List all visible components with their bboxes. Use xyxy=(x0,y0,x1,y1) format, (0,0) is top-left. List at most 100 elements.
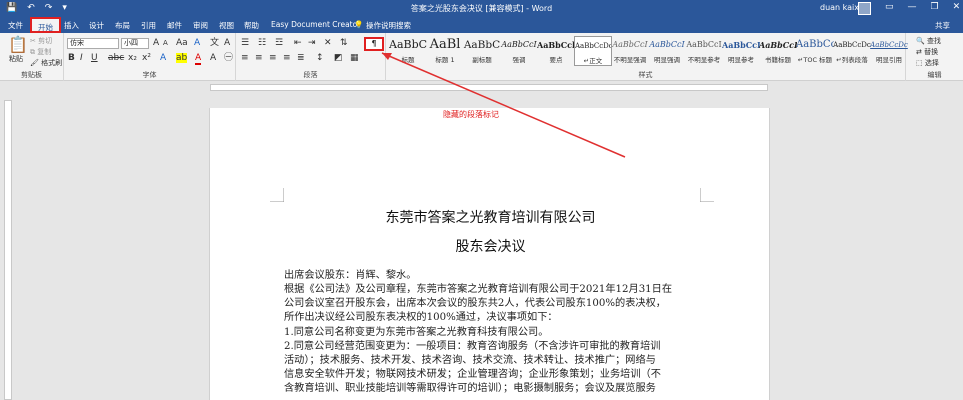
show-hide-marks-button[interactable]: ¶ xyxy=(364,37,384,51)
tab-mailings[interactable]: 邮件 xyxy=(167,20,182,31)
clipboard-group: 📋 粘贴 ✂ 剪切 ⧉ 复制 🖌 格式刷 剪贴板 xyxy=(0,33,64,81)
bullets-icon[interactable]: ☰ xyxy=(241,38,249,48)
style-subtitle[interactable]: AaBbC 副标题 xyxy=(463,36,501,66)
tab-easy-document-creator[interactable]: Easy Document Creator xyxy=(271,20,360,29)
style-normal[interactable]: AaBbCcDc ↵正文 xyxy=(574,36,612,66)
borders-icon[interactable]: ▦ xyxy=(350,53,359,63)
superscript-icon[interactable]: x² xyxy=(142,53,151,63)
multilevel-list-icon[interactable]: ☲ xyxy=(275,38,283,48)
style-list-paragraph[interactable]: AaBbCcDc ↵列表段落 xyxy=(833,36,871,66)
tab-review[interactable]: 审阅 xyxy=(193,20,208,31)
align-center-icon[interactable]: ≡ xyxy=(255,53,263,63)
horizontal-ruler[interactable] xyxy=(0,82,963,92)
decrease-indent-icon[interactable]: ⇤ xyxy=(294,38,302,48)
bold-icon[interactable]: B xyxy=(68,53,75,63)
ribbon: 📋 粘贴 ✂ 剪切 ⧉ 复制 🖌 格式刷 剪贴板 仿宋 小四 A A Aa A … xyxy=(0,33,963,81)
subscript-icon[interactable]: x₂ xyxy=(128,53,137,63)
document-line: 信息安全软件开发；物联网技术研发；企业管理咨询；企业形象策划；业务培训（不 xyxy=(284,369,661,380)
document-line: 出席会议股东：肖辉、黎水。 xyxy=(284,270,417,281)
chinese-layout-icon[interactable]: ✕ xyxy=(324,38,332,48)
document-page[interactable]: 东莞市答案之光教育培训有限公司 股东会决议 出席会议股东：肖辉、黎水。 根据《公… xyxy=(209,108,770,400)
replace-button[interactable]: ⇄ 替换 xyxy=(916,47,938,57)
font-label: 字体 xyxy=(142,71,157,79)
tab-layout[interactable]: 布局 xyxy=(115,20,130,31)
font-group: 仿宋 小四 A A Aa A 文 A B I U abc x₂ x² A ab … xyxy=(64,33,236,81)
styles-group: AaBbC 标题 AaBl 标题 1 AaBbC 副标题 AaBbCcI 强调 AaBb… xyxy=(386,33,908,81)
style-intense-emphasis[interactable]: AaBbCcI 明显强调 xyxy=(648,36,686,66)
grow-font-icon[interactable]: A xyxy=(153,38,159,48)
tab-help[interactable]: 帮助 xyxy=(244,20,259,31)
select-button[interactable]: ⬚ 选择 xyxy=(916,58,939,68)
char-shading-icon[interactable]: A xyxy=(210,53,216,63)
font-color-icon[interactable]: A xyxy=(195,53,202,65)
numbering-icon[interactable]: ☷ xyxy=(258,38,266,48)
tab-insert[interactable]: 插入 xyxy=(64,20,79,31)
line-spacing-icon[interactable]: ↕ xyxy=(316,53,324,63)
find-button[interactable]: 🔍 查找 xyxy=(916,36,941,46)
document-line: 1.同意公司名称变更为东莞市答案之光教育科技有限公司。 xyxy=(284,327,549,338)
font-size-combo[interactable]: 小四 xyxy=(121,38,149,49)
strikethrough-icon[interactable]: abc xyxy=(108,53,124,63)
shading-icon[interactable]: ◩ xyxy=(334,53,343,63)
tell-me-search[interactable]: 操作说明搜索 xyxy=(366,20,411,31)
align-left-icon[interactable]: ≡ xyxy=(241,53,249,63)
minimize-icon[interactable]: — xyxy=(908,2,917,12)
document-line: 含教育培训、职业技能培训等需取得许可的培训）；电影摄制服务；会议及展览服务 xyxy=(284,383,656,394)
style-subtle-reference[interactable]: AaBbCcI 不明显参考 xyxy=(685,36,723,66)
ribbon-display-icon[interactable]: ▭ xyxy=(885,2,894,12)
document-line: 根据《公司法》及公司章程，东莞市答案之光教育培训有限公司于2021年12月31日… xyxy=(284,284,673,295)
annotation-label: 隐藏的段落标记 xyxy=(443,110,499,119)
clear-format-icon[interactable]: A xyxy=(194,38,200,48)
document-title: 东莞市答案之光教育培训有限公司 xyxy=(385,210,596,226)
enclose-char-icon[interactable]: ㊀ xyxy=(224,53,233,63)
increase-indent-icon[interactable]: ⇥ xyxy=(308,38,316,48)
distributed-icon[interactable]: ≣ xyxy=(297,53,305,63)
avatar[interactable] xyxy=(858,2,871,15)
highlight-icon[interactable]: ab xyxy=(176,53,188,63)
window-title: 答案之光股东会决议 [兼容模式] - Word xyxy=(410,4,553,13)
char-border-icon[interactable]: A xyxy=(224,38,230,48)
style-title[interactable]: AaBbC 标题 xyxy=(389,36,427,66)
ruler-bar[interactable] xyxy=(210,84,768,91)
styles-label: 样式 xyxy=(638,71,653,79)
restore-icon[interactable]: ❐ xyxy=(931,2,939,12)
style-intense-quote[interactable]: AaBbCcDc 明显引用 xyxy=(870,36,908,66)
shrink-font-icon[interactable]: A xyxy=(163,38,168,48)
tab-view[interactable]: 视图 xyxy=(219,20,234,31)
title-bar: 💾 ↶ ↷ ▾ 答案之光股东会决议 [兼容模式] - Word duan kai… xyxy=(0,0,963,17)
close-icon[interactable]: ✕ xyxy=(953,2,961,12)
align-right-icon[interactable]: ≡ xyxy=(269,53,277,63)
justify-icon[interactable]: ≡ xyxy=(283,53,291,63)
cut-button[interactable]: ✂ 剪切 xyxy=(30,36,52,46)
paste-button[interactable]: 粘贴 xyxy=(9,54,23,64)
sort-icon[interactable]: ⇅ xyxy=(340,38,348,48)
underline-icon[interactable]: U xyxy=(91,53,98,63)
lightbulb-icon: 💡 xyxy=(354,20,364,29)
tab-file[interactable]: 文件 xyxy=(8,20,23,31)
italic-icon[interactable]: I xyxy=(80,53,83,63)
tab-design[interactable]: 设计 xyxy=(89,20,104,31)
font-name-combo[interactable]: 仿宋 xyxy=(67,38,119,49)
document-line: 所作出决议经公司股东表决权的100%通过，决议事项如下： xyxy=(284,312,558,323)
tab-references[interactable]: 引用 xyxy=(141,20,156,31)
phonetic-guide-icon[interactable]: 文 xyxy=(210,38,219,48)
paste-icon[interactable]: 📋 xyxy=(8,37,28,53)
format-painter-button[interactable]: 🖌 格式刷 xyxy=(30,58,62,68)
copy-button[interactable]: ⧉ 复制 xyxy=(30,47,51,57)
ribbon-tabs: 文件 开始 插入 设计 布局 引用 邮件 审阅 视图 帮助 Easy Docum… xyxy=(0,17,963,33)
style-heading-1[interactable]: AaBl 标题 1 xyxy=(426,36,464,66)
style-book-title[interactable]: AaBbCcI 书籍标题 xyxy=(759,36,797,66)
style-strong[interactable]: AaBbCcl 要点 xyxy=(537,36,575,66)
style-intense-reference[interactable]: AaBbCcI 明显参考 xyxy=(722,36,760,66)
clipboard-label: 剪贴板 xyxy=(21,71,42,79)
vertical-ruler[interactable] xyxy=(4,100,12,400)
tab-home[interactable]: 开始 xyxy=(30,17,61,33)
style-emphasis[interactable]: AaBbCcI 强调 xyxy=(500,36,538,66)
change-case-icon[interactable]: Aa xyxy=(176,38,188,48)
style-subtle-emphasis[interactable]: AaBbCcI 不明显强调 xyxy=(611,36,649,66)
window-controls: ▭ — ❐ ✕ xyxy=(885,2,960,12)
margin-corner-top-left xyxy=(270,188,284,202)
text-effects-icon[interactable]: A xyxy=(160,53,166,63)
style-toc-heading[interactable]: AaBbCc ↵TOC 标题 xyxy=(796,36,834,66)
share-button[interactable]: 共享 xyxy=(935,20,950,31)
